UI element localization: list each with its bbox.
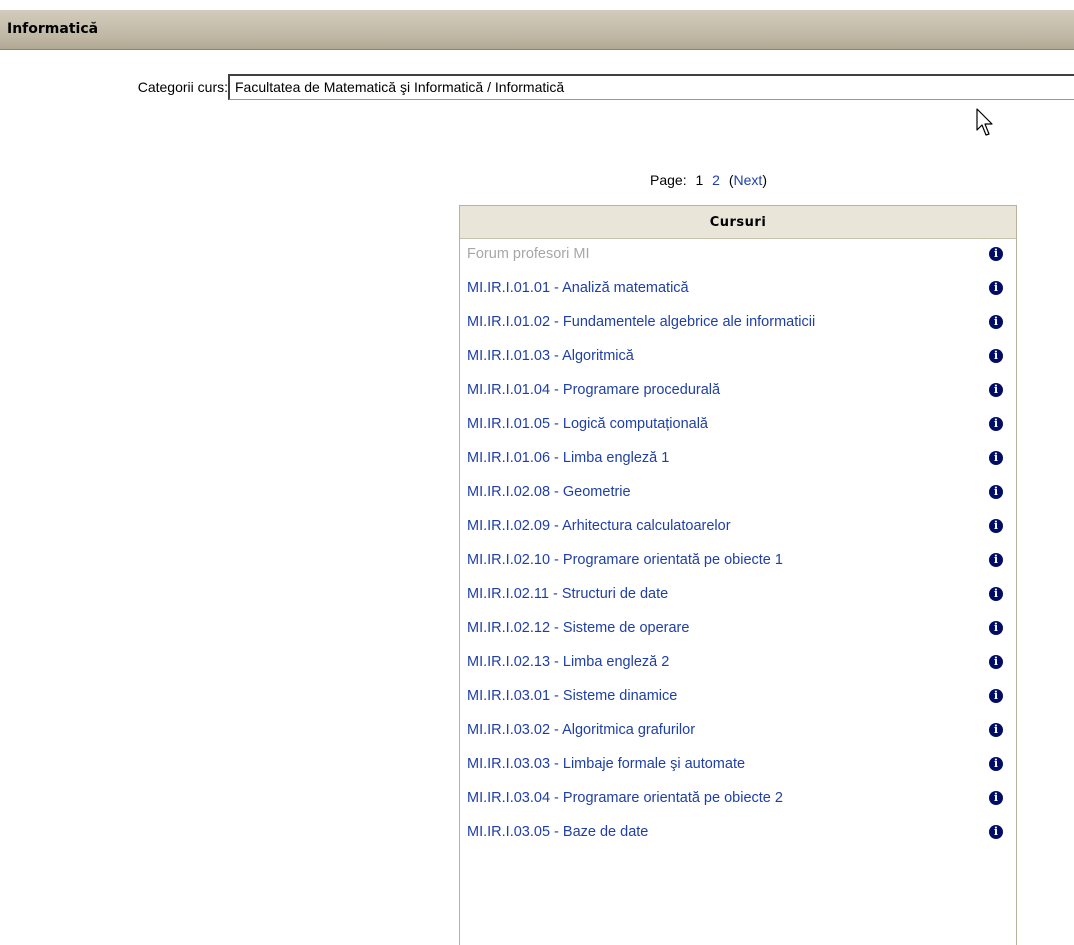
info-icon[interactable]: i — [989, 655, 1003, 669]
course-link[interactable]: MI.IR.I.01.05 - Logică computațională — [467, 416, 708, 432]
info-icon[interactable]: i — [989, 315, 1003, 329]
course-link[interactable]: MI.IR.I.02.09 - Arhitectura calculatoare… — [467, 518, 731, 534]
info-icon[interactable]: i — [989, 281, 1003, 295]
course-row: MI.IR.I.01.03 - Algoritmică i — [460, 341, 1016, 375]
category-select[interactable]: Facultatea de Matematică şi Informatică … — [228, 74, 1074, 100]
course-row: MI.IR.I.01.05 - Logică computațională i — [460, 409, 1016, 443]
course-row: MI.IR.I.02.08 - Geometrie i — [460, 477, 1016, 511]
pagination-label: Page: — [650, 172, 687, 188]
mouse-pointer-icon — [976, 108, 993, 136]
course-link[interactable]: MI.IR.I.01.02 - Fundamentele algebrice a… — [467, 314, 815, 330]
info-icon[interactable]: i — [989, 485, 1003, 499]
course-link[interactable]: MI.IR.I.03.02 - Algoritmica grafurilor — [467, 722, 695, 738]
pagination-next-link[interactable]: Next — [734, 172, 763, 188]
course-row: MI.IR.I.03.03 - Limbaje formale şi autom… — [460, 749, 1016, 783]
course-row: MI.IR.I.01.01 - Analiză matematică i — [460, 273, 1016, 307]
course-link[interactable]: MI.IR.I.01.06 - Limba engleză 1 — [467, 450, 669, 466]
info-icon[interactable]: i — [989, 757, 1003, 771]
course-row: MI.IR.I.03.02 - Algoritmica grafurilor i — [460, 715, 1016, 749]
course-row: MI.IR.I.02.11 - Structuri de date i — [460, 579, 1016, 613]
course-row: MI.IR.I.01.06 - Limba engleză 1 i — [460, 443, 1016, 477]
course-row: MI.IR.I.02.12 - Sisteme de operare i — [460, 613, 1016, 647]
course-link[interactable]: MI.IR.I.02.08 - Geometrie — [467, 484, 631, 500]
course-row: Forum profesori MI i — [460, 239, 1016, 273]
pagination-current-page: 1 — [695, 172, 704, 188]
course-link[interactable]: MI.IR.I.02.12 - Sisteme de operare — [467, 620, 689, 636]
info-icon[interactable]: i — [989, 553, 1003, 567]
course-row: MI.IR.I.02.09 - Arhitectura calculatoare… — [460, 511, 1016, 545]
info-icon[interactable]: i — [989, 349, 1003, 363]
info-icon[interactable]: i — [989, 417, 1003, 431]
course-link[interactable]: Forum profesori MI — [467, 246, 589, 262]
courses-box: Cursuri Forum profesori MI i MI.IR.I.01.01… — [459, 205, 1017, 945]
course-link[interactable]: MI.IR.I.02.10 - Programare orientată pe … — [467, 552, 783, 568]
course-link[interactable]: MI.IR.I.01.01 - Analiză matematică — [467, 280, 689, 296]
info-icon[interactable]: i — [989, 791, 1003, 805]
course-row: MI.IR.I.03.04 - Programare orientată pe … — [460, 783, 1016, 817]
info-icon[interactable]: i — [989, 383, 1003, 397]
course-list: Forum profesori MI i MI.IR.I.01.01 - Anali… — [460, 239, 1016, 851]
course-row: MI.IR.I.02.10 - Programare orientată pe … — [460, 545, 1016, 579]
course-link[interactable]: MI.IR.I.02.13 - Limba engleză 2 — [467, 654, 669, 670]
course-row: MI.IR.I.01.02 - Fundamentele algebrice a… — [460, 307, 1016, 341]
pagination: Page: 1 2 (Next) — [650, 172, 767, 188]
course-row: MI.IR.I.01.04 - Programare procedurală i — [460, 375, 1016, 409]
info-icon[interactable]: i — [989, 587, 1003, 601]
course-link[interactable]: MI.IR.I.01.04 - Programare procedurală — [467, 382, 720, 398]
category-label: Categorii curs: — [137, 79, 228, 95]
info-icon[interactable]: i — [989, 621, 1003, 635]
course-row: MI.IR.I.03.01 - Sisteme dinamice i — [460, 681, 1016, 715]
courses-box-header: Cursuri — [460, 206, 1016, 239]
course-link[interactable]: MI.IR.I.03.03 - Limbaje formale şi autom… — [467, 756, 745, 772]
info-icon[interactable]: i — [989, 689, 1003, 703]
info-icon[interactable]: i — [989, 723, 1003, 737]
course-link[interactable]: MI.IR.I.03.04 - Programare orientată pe … — [467, 790, 783, 806]
course-link[interactable]: MI.IR.I.03.01 - Sisteme dinamice — [467, 688, 677, 704]
info-icon[interactable]: i — [989, 247, 1003, 261]
course-link[interactable]: MI.IR.I.03.05 - Baze de date — [467, 824, 648, 840]
pagination-close-paren: ) — [762, 172, 767, 188]
page-title: Informatică — [7, 21, 99, 37]
category-title-bar: Informatică — [0, 10, 1074, 50]
course-row: MI.IR.I.03.05 - Baze de date i — [460, 817, 1016, 851]
info-icon[interactable]: i — [989, 519, 1003, 533]
course-link[interactable]: MI.IR.I.02.11 - Structuri de date — [467, 586, 668, 602]
course-link[interactable]: MI.IR.I.01.03 - Algoritmică — [467, 348, 634, 364]
pagination-page-2-link[interactable]: 2 — [712, 172, 720, 188]
info-icon[interactable]: i — [989, 451, 1003, 465]
info-icon[interactable]: i — [989, 825, 1003, 839]
course-row: MI.IR.I.02.13 - Limba engleză 2 i — [460, 647, 1016, 681]
